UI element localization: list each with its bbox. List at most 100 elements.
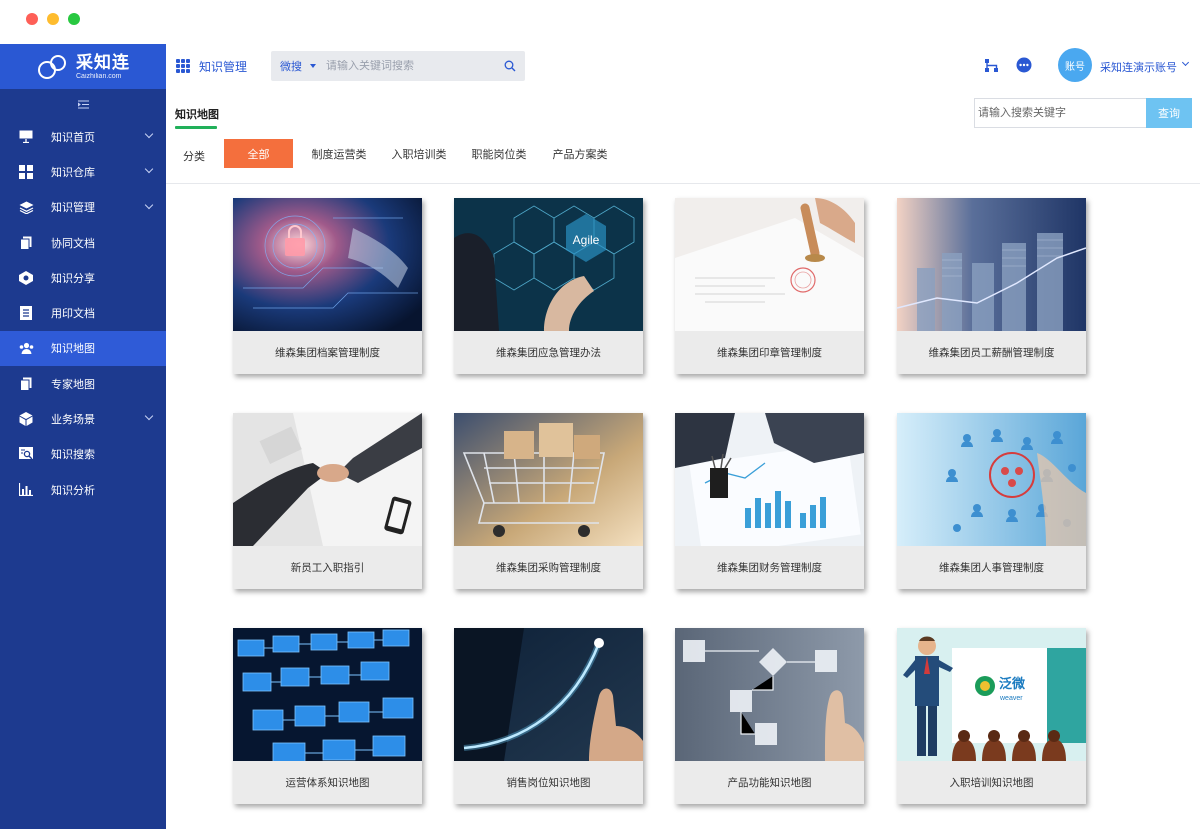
tab-knowledge-map[interactable]: 知识地图 [175,106,219,122]
knowledge-card[interactable]: 销售岗位知识地图 [454,628,643,804]
knowledge-card[interactable]: 维森集团人事管理制度 [897,413,1086,589]
card-image-growth-curve [454,628,643,761]
chevron-down-icon [144,129,154,139]
category-filter-4[interactable]: 产品方案类 [546,139,614,168]
sidebar-item-5[interactable]: 用印文档 [0,295,166,330]
chevron-down-icon [310,64,316,68]
search-scope-label: 微搜 [280,61,302,73]
sidebar-item-3[interactable]: 协同文档 [0,225,166,260]
knowledge-card[interactable]: 维森集团印章管理制度 [675,198,864,374]
knowledge-card[interactable]: 维森集团员工薪酬管理制度 [897,198,1086,374]
window-titlebar [0,0,1200,44]
layers-icon [18,199,34,215]
cube-icon [18,411,34,427]
active-tab-indicator [175,126,217,129]
card-title: 维森集团采购管理制度 [496,562,601,574]
card-image-finance-charts [675,413,864,546]
knowledge-card[interactable]: 泛微 weaver 入职培训知识地图 [897,628,1086,804]
top-bar: 知识管理 微搜 账号 采知连演示账号 [166,44,1200,89]
users-map-icon [18,340,34,356]
card-image-training-presenter: 泛微 weaver [897,628,1086,761]
knowledge-card[interactable]: 产品功能知识地图 [675,628,864,804]
user-avatar[interactable]: 账号 [1058,48,1092,82]
card-title: 维森集团档案管理制度 [275,347,380,359]
card-image-coin-stacks [897,198,1086,331]
knowledge-card[interactable]: 新员工入职指引 [233,413,422,589]
sidebar-item-label: 知识地图 [51,343,95,356]
card-title: 运营体系知识地图 [285,777,370,789]
sidebar-item-8[interactable]: 业务场景 [0,401,166,436]
window-close-button[interactable] [26,13,38,25]
global-search-input[interactable] [326,60,486,72]
app-title[interactable]: 知识管理 [199,58,247,75]
keyword-search-input[interactable] [974,98,1146,128]
sidebar-item-2[interactable]: 知识管理 [0,190,166,225]
category-filter-3[interactable]: 职能岗位类 [466,139,532,168]
sidebar-item-label: 协同文档 [51,237,95,250]
search-scope-select[interactable]: 微搜 [271,51,326,81]
sidebar-item-4[interactable]: 知识分享 [0,260,166,295]
sidebar-item-label: 业务场景 [51,414,95,427]
monitor-icon [18,129,34,145]
documents-icon [18,235,34,251]
knowledge-card[interactable]: 运营体系知识地图 [233,628,422,804]
category-label: 分类 [183,151,205,163]
svg-text:泛微: 泛微 [999,676,1026,691]
more-options-icon[interactable] [1016,57,1032,78]
sidebar-item-0[interactable]: 知识首页 [0,119,166,154]
knowledge-card[interactable]: 维森集团财务管理制度 [675,413,864,589]
sidebar-nav: 知识首页知识仓库知识管理协同文档知识分享用印文档知识地图专家地图业务场景知识搜索… [0,119,166,507]
card-title: 销售岗位知识地图 [506,777,591,789]
card-image-flow-diagram [675,628,864,761]
card-image-shopping-cart [454,413,643,546]
knowledge-card[interactable]: Agile 维森集团应急管理办法 [454,198,643,374]
card-image-handshake [233,413,422,546]
sidebar-item-7[interactable]: 专家地图 [0,366,166,401]
sidebar-item-label: 知识分析 [51,484,95,497]
category-filter-1[interactable]: 制度运营类 [306,139,372,168]
knowledge-card[interactable]: 维森集团采购管理制度 [454,413,643,589]
window-maximize-button[interactable] [68,13,80,25]
knowledge-card[interactable]: 维森集团档案管理制度 [233,198,422,374]
card-title: 维森集团员工薪酬管理制度 [928,347,1055,359]
sidebar-item-1[interactable]: 知识仓库 [0,154,166,189]
sidebar-item-label: 知识首页 [51,131,95,144]
sidebar-item-label: 知识管理 [51,202,95,215]
sidebar-item-label: 用印文档 [51,308,95,321]
search-icon[interactable] [504,59,516,77]
menu-fold-icon[interactable] [0,89,166,119]
card-image-seal-stamp [675,198,864,331]
chevron-down-icon [144,165,154,174]
list-doc-icon [18,305,34,321]
query-button[interactable]: 查询 [1146,98,1192,128]
card-image-flowchart-blue [233,628,422,761]
card-title: 维森集团应急管理办法 [496,347,601,359]
sidebar-item-label: 知识仓库 [51,166,95,179]
sidebar-item-label: 知识分享 [51,272,95,285]
card-title: 维森集团财务管理制度 [717,562,822,574]
sidebar-item-label: 专家地图 [51,378,95,391]
org-chart-icon[interactable] [984,58,999,78]
doc-search-icon [18,446,34,462]
share-icon [18,270,34,286]
window-minimize-button[interactable] [47,13,59,25]
global-search: 微搜 [271,51,525,81]
card-title: 入职培训知识地图 [949,777,1034,789]
user-name[interactable]: 采知连演示账号 [1100,59,1177,75]
sidebar: 采知连 Caizhilian.com 知识首页知识仓库知识管理协同文档知识分享用… [0,44,166,829]
user-menu-chevron-icon[interactable] [1181,58,1190,67]
card-title: 新员工入职指引 [290,562,365,574]
logo-mark-icon [36,53,70,81]
sidebar-item-9[interactable]: 知识搜索 [0,437,166,472]
card-image-cyber-lock [233,198,422,331]
card-title: 维森集团印章管理制度 [717,347,822,359]
sidebar-item-10[interactable]: 知识分析 [0,472,166,507]
documents-icon [18,376,34,392]
category-filter-2[interactable]: 入职培训类 [386,139,452,168]
brand-logo[interactable]: 采知连 Caizhilian.com [0,44,166,89]
category-filter-0[interactable]: 全部 [224,139,293,168]
sidebar-item-label: 知识搜索 [51,449,95,462]
card-image-people-network [897,413,1086,546]
apps-grid-icon[interactable] [176,59,190,73]
sidebar-item-6[interactable]: 知识地图 [0,330,166,367]
